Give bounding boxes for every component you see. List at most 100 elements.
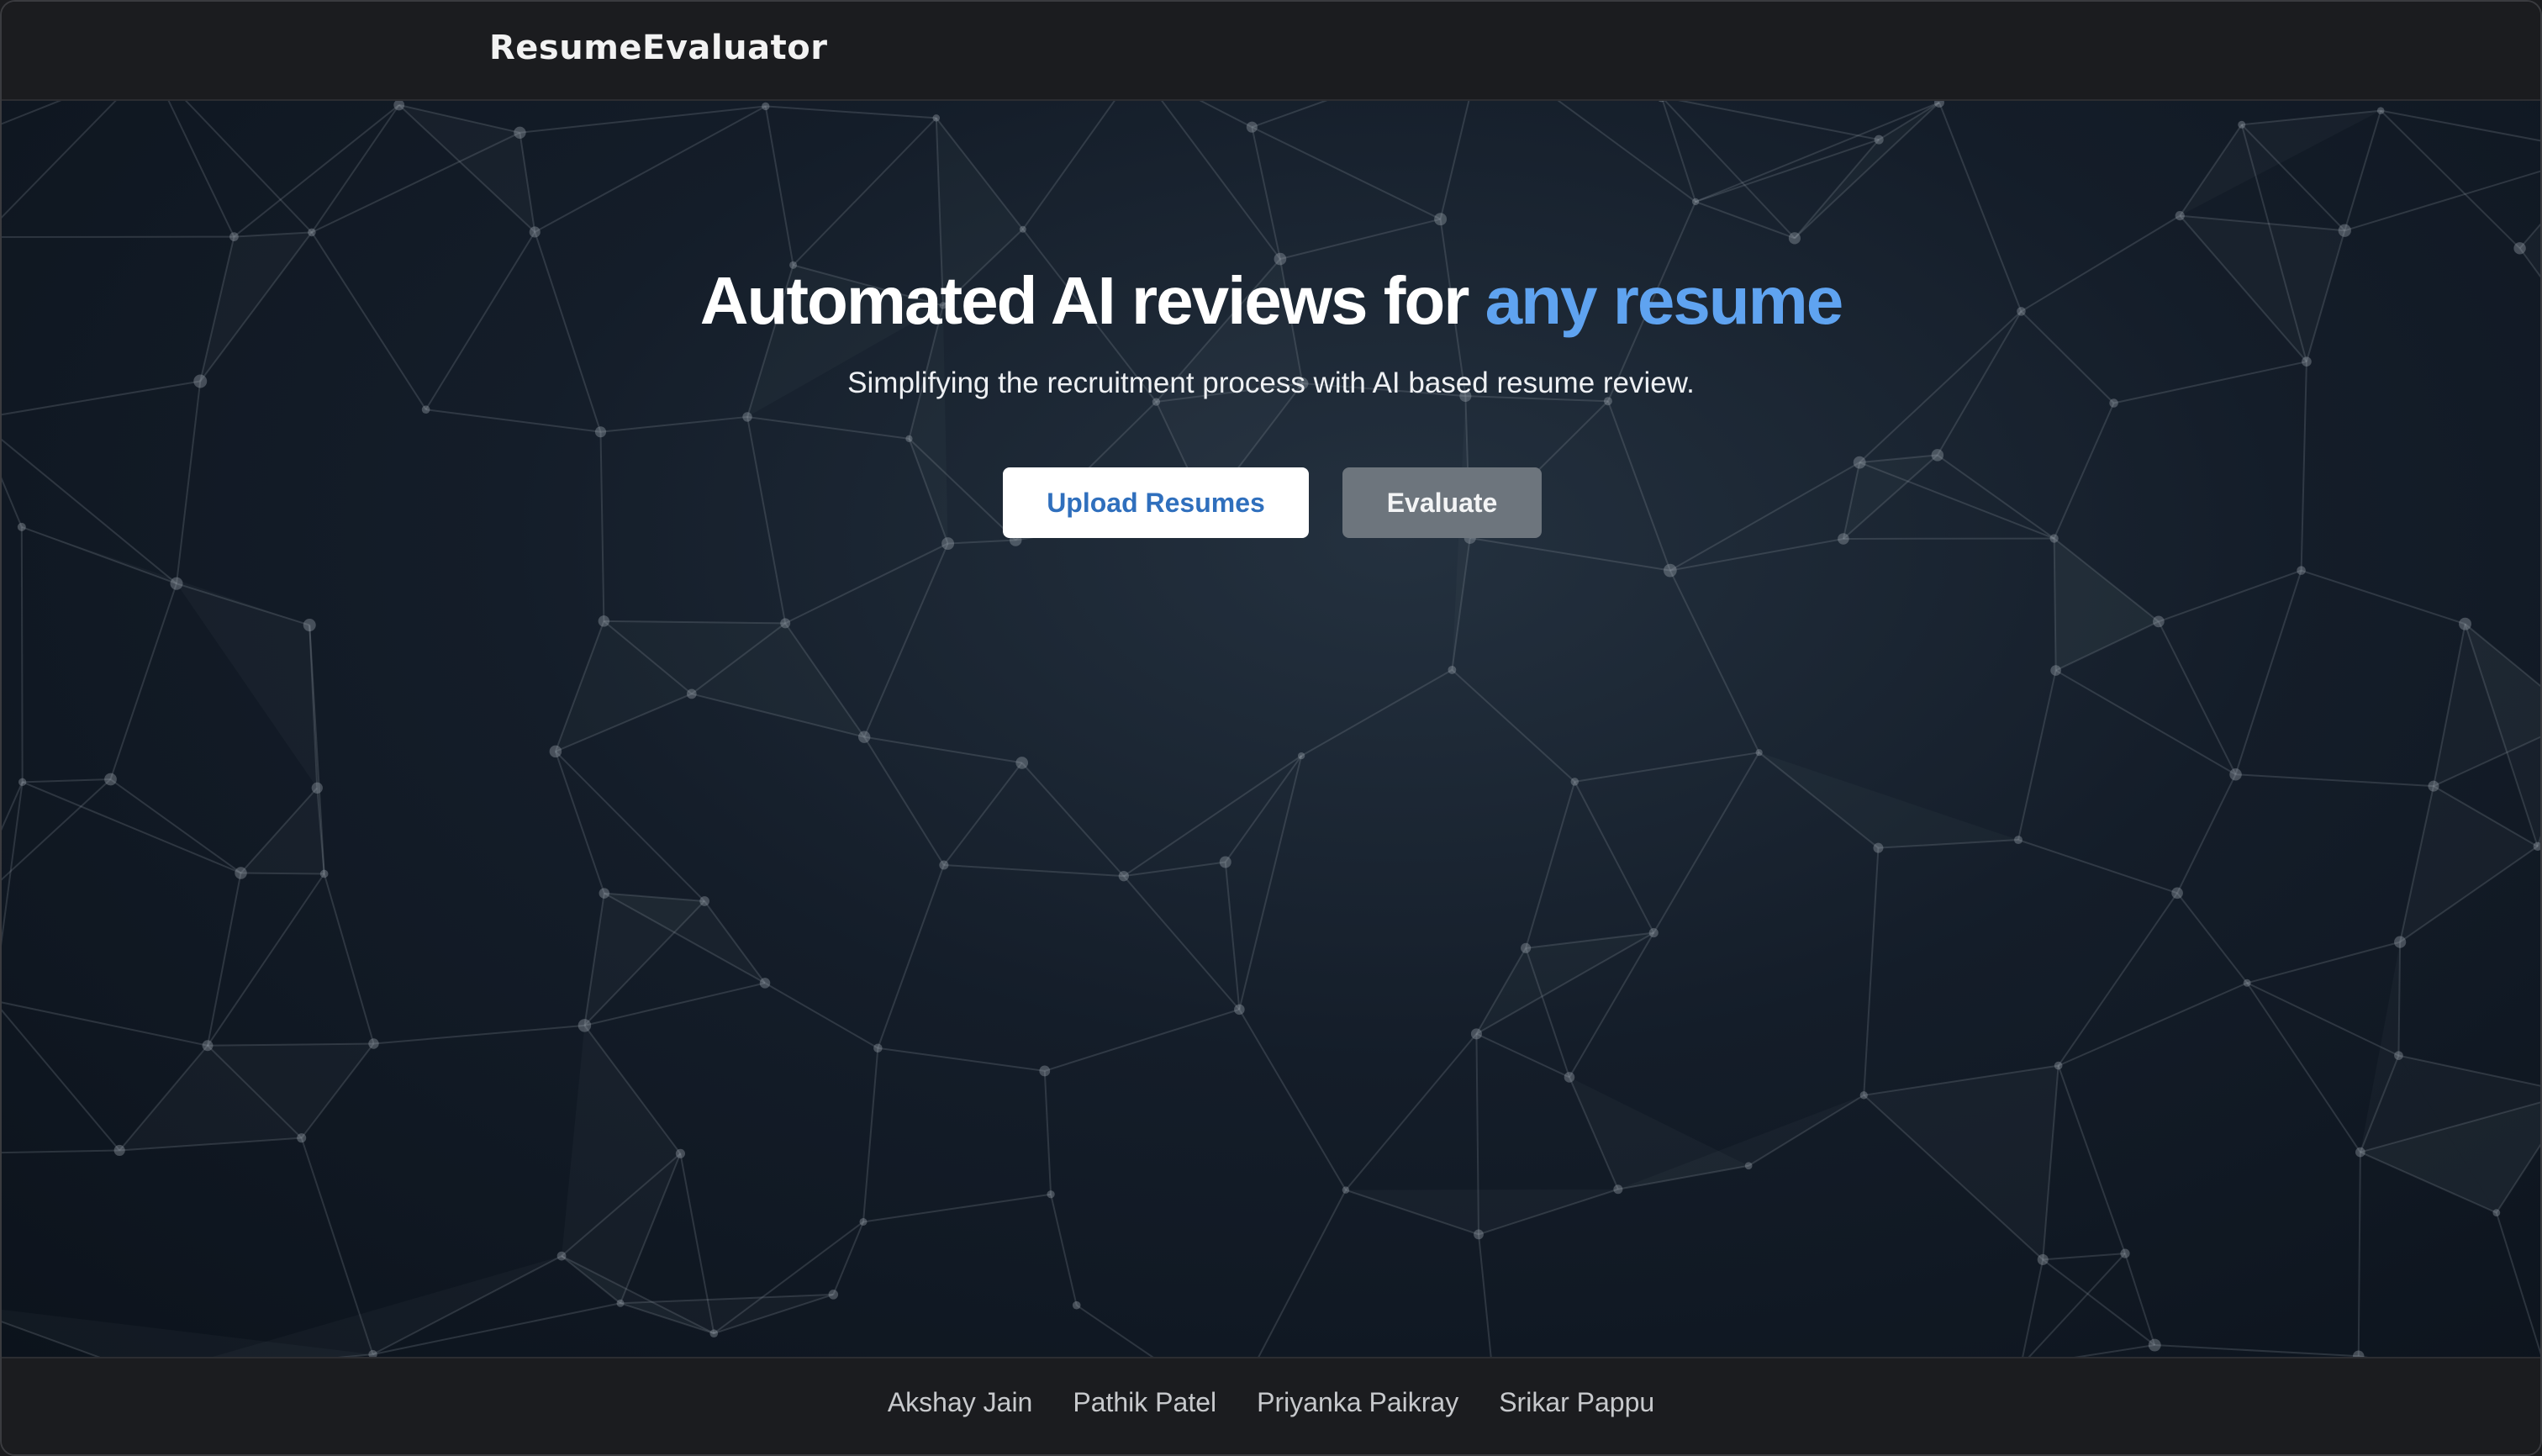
network-line xyxy=(1937,454,2055,540)
network-line xyxy=(2,1001,208,1047)
network-line xyxy=(22,781,241,874)
network-node xyxy=(1474,1229,1484,1240)
network-facet xyxy=(909,305,948,544)
network-line xyxy=(943,864,1124,878)
network-line xyxy=(1020,762,1125,877)
network-node xyxy=(932,114,941,122)
network-line xyxy=(2344,110,2382,231)
network-node xyxy=(1072,1300,1081,1310)
footer-name-pathik[interactable]: Pathik Patel xyxy=(1073,1387,1216,1418)
network-line xyxy=(2301,569,2466,625)
network-node xyxy=(529,226,541,238)
network-node xyxy=(1663,563,1677,578)
network-line xyxy=(2042,1258,2155,1346)
network-line xyxy=(600,415,748,433)
network-line xyxy=(2176,892,2248,984)
network-line xyxy=(1859,462,2054,540)
network-line xyxy=(2017,670,2057,841)
network-facet xyxy=(1759,752,2018,848)
network-line xyxy=(207,873,325,1047)
network-node xyxy=(616,1299,625,1307)
network-node xyxy=(2297,566,2306,575)
network-line xyxy=(561,1255,715,1335)
network-node xyxy=(1613,1184,1623,1195)
network-node xyxy=(1853,456,1866,469)
network-node xyxy=(675,1148,686,1158)
network-line xyxy=(2,782,24,947)
network-facet xyxy=(2180,110,2381,216)
network-line xyxy=(2,101,62,125)
network-line xyxy=(2344,170,2540,232)
footer-name-priyanka[interactable]: Priyanka Paikray xyxy=(1257,1387,1458,1418)
footer-name-srikar[interactable]: Srikar Pappu xyxy=(1499,1387,1654,1418)
network-node xyxy=(873,1043,883,1053)
network-node xyxy=(1434,213,1448,226)
network-node xyxy=(2175,210,2185,221)
network-facet xyxy=(176,583,318,789)
network-facet xyxy=(2054,538,2159,671)
upload-resumes-button[interactable]: Upload Resumes xyxy=(1003,467,1309,538)
network-node xyxy=(2459,617,2471,630)
network-node xyxy=(1564,1072,1575,1083)
network-node xyxy=(2492,1209,2501,1217)
network-node xyxy=(2338,224,2351,237)
browser-window: ResumeEvaluator Automated AI reviews for… xyxy=(0,0,2542,1456)
brand-logo[interactable]: ResumeEvaluator xyxy=(489,29,827,67)
network-node xyxy=(594,426,607,438)
network-line xyxy=(764,106,794,266)
network-node xyxy=(742,412,752,422)
network-node xyxy=(170,577,183,590)
network-line xyxy=(1653,752,1760,934)
network-line xyxy=(1044,1008,1240,1072)
network-line xyxy=(1224,862,1241,1010)
network-line xyxy=(1199,101,1253,129)
network-node xyxy=(577,1019,592,1032)
network-line xyxy=(2357,1152,2361,1357)
network-node xyxy=(2014,836,2023,845)
headline-main-text: Automated AI reviews for xyxy=(699,263,1485,338)
network-node xyxy=(2428,780,2439,792)
network-line xyxy=(1794,102,1940,240)
network-node xyxy=(1019,225,1026,233)
network-line xyxy=(425,409,601,433)
network-line xyxy=(1076,1304,1154,1357)
network-node xyxy=(2513,242,2526,255)
network-node xyxy=(686,688,697,699)
evaluate-button[interactable]: Evaluate xyxy=(1342,467,1542,538)
network-line xyxy=(1123,755,1302,877)
network-line xyxy=(167,101,235,238)
network-node xyxy=(1570,778,1580,786)
network-node xyxy=(18,778,27,786)
network-line xyxy=(784,542,949,625)
network-line xyxy=(373,1024,585,1045)
network-node xyxy=(229,232,239,241)
network-line xyxy=(20,526,24,783)
network-line xyxy=(311,104,400,233)
network-node xyxy=(1859,1091,1868,1100)
network-line xyxy=(1476,1032,1570,1079)
network-line xyxy=(2235,773,2434,788)
network-facet xyxy=(21,526,310,625)
network-node xyxy=(2049,534,2059,543)
network-line xyxy=(2380,109,2521,250)
network-node xyxy=(202,1040,214,1052)
hero-headline: Automated AI reviews for any resume xyxy=(2,262,2540,340)
network-node xyxy=(2353,1350,2365,1357)
network-node xyxy=(857,731,871,743)
network-node xyxy=(319,869,329,878)
network-line xyxy=(1477,1234,1492,1357)
network-node xyxy=(368,1038,379,1049)
network-line xyxy=(184,101,313,234)
footer-name-akshay[interactable]: Akshay Jain xyxy=(888,1387,1033,1418)
network-line xyxy=(864,736,1022,764)
network-node xyxy=(1047,1190,1055,1199)
network-line xyxy=(2158,569,2302,623)
network-node xyxy=(598,615,610,627)
network-line xyxy=(2074,1344,2155,1357)
network-node xyxy=(303,619,316,632)
network-line xyxy=(1469,536,1670,572)
network-node xyxy=(1838,533,1849,545)
network-node xyxy=(308,228,316,237)
network-line xyxy=(863,736,945,866)
network-line xyxy=(1238,755,1303,1010)
